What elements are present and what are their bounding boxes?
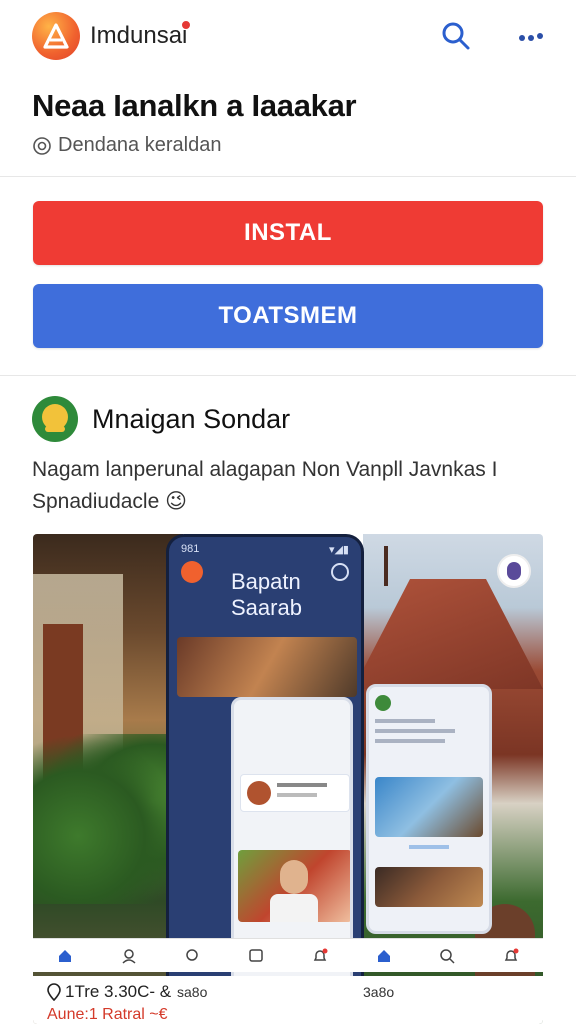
location-pin-icon [47,983,61,1001]
app-subtitle: Dendana keraldan [58,134,222,156]
clock-icon [331,563,349,581]
bell-icon [310,946,330,966]
secondary-phone-mockup [366,684,492,934]
app-logo-icon[interactable] [32,12,80,60]
search-icon[interactable] [440,20,472,52]
developer-avatar-icon [32,396,78,442]
app-description: Nagam lanperunal alagapan Non Vanpll Jav… [32,458,498,513]
phone-app-logo-icon [181,561,203,583]
phone-status-icons: ▾◢▮ [328,544,349,556]
chat-icon [182,946,202,966]
install-button[interactable]: INSTAL [33,201,543,265]
divider [0,176,576,177]
phone-heading: Bapatn Saarab [231,569,302,621]
preview-bottom-nav [33,938,543,972]
developer-row[interactable]: Mnaigan Sondar [32,396,290,442]
developer-name: Mnaigan Sondar [92,403,291,434]
secondary-action-button[interactable]: TOATSMEM [33,284,543,348]
badge-icon [33,136,51,155]
bell-icon [501,946,521,966]
caption-left: 1Tre 3.30C- & [47,982,171,1002]
app-title: Neaa Ianalkn a Iaaakar [32,88,357,123]
caption-left-text: 1Tre 3.30C- & [65,982,172,1001]
profile-avatar-icon [497,554,531,588]
divider [0,375,576,376]
profile-icon [119,946,139,966]
caption-mid: sa8o [177,984,208,1000]
phone-status-time: 981 [181,543,200,555]
caption-bottom: Aune:1 Ratral ~€ [47,1006,168,1023]
screenshot-carousel[interactable]: 981 ▾◢▮ Bapatn Saarab 1Tre 3.30C- & sa8o… [33,534,543,1024]
inner-card [240,774,350,812]
search-icon [437,946,457,966]
more-dots-icon[interactable] [514,26,546,46]
top-app-bar: Imdunsai [0,0,576,72]
notification-dot [181,20,191,30]
phone-heading-line2: Saarab [231,595,302,620]
message-icon [246,946,266,966]
app-name: Imdunsai [90,22,188,49]
app-subtitle-row: Dendana keraldan [32,134,221,157]
inner-phone-mockup [231,697,353,1021]
home-icon [55,946,75,966]
phone-status-bar: 981 ▾◢▮ [181,543,349,556]
home-icon [374,946,394,966]
phone-photo [177,637,357,697]
phone-heading-line1: Bapatn [231,569,301,594]
inner-photo [238,850,350,922]
preview-caption-bar: 1Tre 3.30C- & sa8o 3a8o Aune:1 Ratral ~€ [33,976,543,1024]
caption-right: 3a8o [363,984,395,1000]
